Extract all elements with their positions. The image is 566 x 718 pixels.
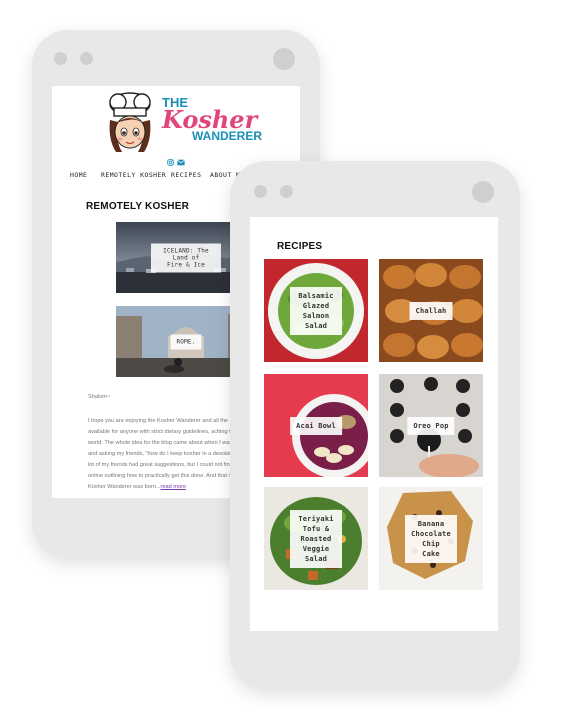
sensor-dot bbox=[254, 185, 267, 198]
recipe-title: Teriyaki Tofu & Roasted Veggie Salad bbox=[290, 509, 342, 568]
instagram-icon[interactable] bbox=[167, 159, 174, 167]
recipe-title: Banana Chocolate Chip Cake bbox=[405, 514, 457, 563]
recipe-tile-acai-bowl[interactable]: Acai Bowl bbox=[264, 374, 368, 477]
recipe-title: Oreo Pop bbox=[407, 416, 455, 435]
sensor-dot bbox=[54, 52, 67, 65]
nav-item-home[interactable]: HOME bbox=[70, 171, 87, 179]
chef-avatar-icon bbox=[109, 92, 151, 152]
recipe-title: Balsamic Glazed Salmon Salad bbox=[290, 286, 342, 335]
recipe-tile-challah[interactable]: Challah bbox=[379, 259, 483, 362]
recipes-title: RECIPES bbox=[277, 241, 323, 252]
nav-item-remotely-kosher[interactable]: REMOTELY KOSHER bbox=[101, 171, 166, 179]
post-title: ROME. bbox=[170, 334, 202, 349]
site-logo[interactable]: THE Kosher WANDERER bbox=[102, 90, 262, 156]
recipe-tile-oreo-pop[interactable]: Oreo Pop bbox=[379, 374, 483, 477]
camera-dot bbox=[472, 181, 494, 203]
recipe-title: Acai Bowl bbox=[290, 416, 342, 435]
recipe-tile-banana-chocolate-chip-cake[interactable]: Banana Chocolate Chip Cake bbox=[379, 487, 483, 590]
sensor-dot bbox=[280, 185, 293, 198]
section-title: REMOTELY KOSHER bbox=[86, 201, 190, 212]
recipe-title: Challah bbox=[409, 301, 453, 320]
front-phone-screen: RECIPES Balsamic Glazed Salmon Salad Cha… bbox=[250, 217, 498, 631]
post-title: ICELAND: The Land of Fire & Ice bbox=[151, 243, 221, 272]
read-more-link[interactable]: read more bbox=[161, 484, 187, 490]
front-phone-mockup: RECIPES Balsamic Glazed Salmon Salad Cha… bbox=[230, 161, 520, 689]
camera-dot bbox=[273, 48, 295, 70]
recipe-tile-balsamic-salmon-salad[interactable]: Balsamic Glazed Salmon Salad bbox=[264, 259, 368, 362]
email-icon[interactable] bbox=[177, 159, 186, 166]
sensor-dot bbox=[80, 52, 93, 65]
social-links bbox=[167, 158, 186, 167]
logo-wanderer-text: WANDERER bbox=[192, 129, 263, 143]
nav-item-recipes[interactable]: RECIPES bbox=[171, 171, 201, 179]
recipe-tile-teriyaki-tofu-salad[interactable]: Teriyaki Tofu & Roasted Veggie Salad bbox=[264, 487, 368, 590]
